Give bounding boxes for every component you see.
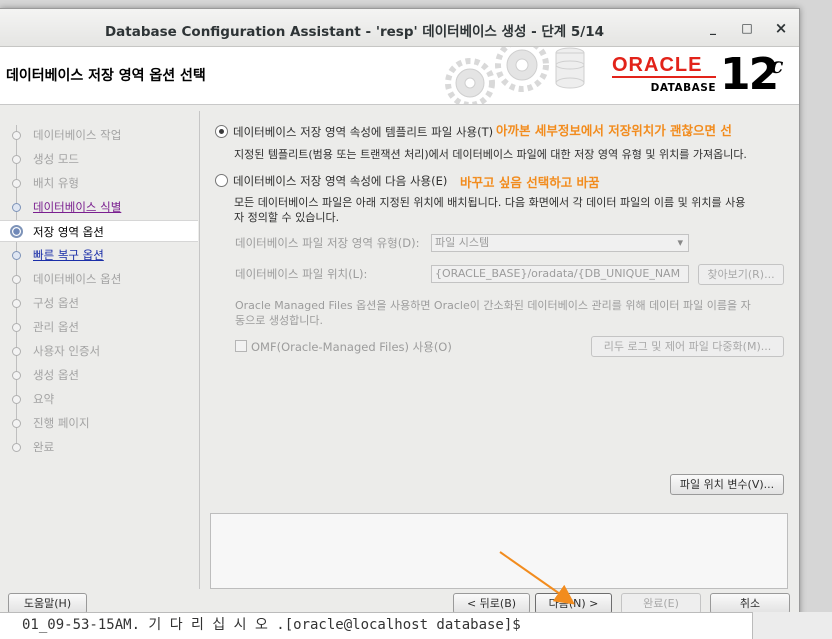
annotation-custom: 바꾸고 싶음 선택하고 바꿈 xyxy=(460,175,600,190)
version-suffix: c xyxy=(770,53,784,79)
help-button[interactable]: 도움말(H) xyxy=(8,593,87,614)
page-header: 데이터베이스 저장 영역 옵션 선택 ORACLE DATABASE 12 c xyxy=(0,47,799,105)
maximize-button[interactable]: □ xyxy=(737,19,757,37)
step-item: 진행 페이지 xyxy=(0,412,198,434)
finish-button[interactable]: 완료(E) xyxy=(621,593,701,614)
step-item: 생성 옵션 xyxy=(0,364,198,386)
location-input[interactable]: {ORACLE_BASE}/oradata/{DB_UNIQUE_NAM xyxy=(431,265,689,283)
step-label: 관리 옵션 xyxy=(33,320,79,334)
cancel-button[interactable]: 취소 xyxy=(710,593,790,614)
step-item: 데이터베이스 옵션 xyxy=(0,268,198,290)
oracle-logo-word: ORACLE xyxy=(612,55,716,78)
oracle-logo-database: DATABASE xyxy=(650,82,716,94)
step-item: 생성 모드 xyxy=(0,148,198,170)
step-item: 사용자 인증서 xyxy=(0,340,198,362)
oracle-logo: ORACLE DATABASE xyxy=(612,55,716,94)
step-item: 관리 옵션 xyxy=(0,316,198,338)
chevron-down-icon: ▾ xyxy=(677,236,683,249)
step-label: 생성 모드 xyxy=(33,152,79,166)
browse-button[interactable]: 찾아보기(R)... xyxy=(698,264,784,285)
step-dot-icon xyxy=(12,419,21,428)
step-dot-icon xyxy=(12,443,21,452)
template-description: 지정된 템플리트(범용 또는 트랜잭션 처리)에서 데이터베이스 파일에 대한 … xyxy=(234,148,747,161)
step-label: 빠른 복구 옵션 xyxy=(33,248,104,262)
step-dot-icon xyxy=(10,225,23,238)
message-area xyxy=(210,513,788,589)
step-item: 구성 옵션 xyxy=(0,292,198,314)
step-label: 데이터베이스 옵션 xyxy=(33,272,122,286)
custom-radio[interactable] xyxy=(215,174,228,187)
step-dot-icon xyxy=(12,395,21,404)
version-number: 12 xyxy=(720,49,779,100)
omf-checkbox[interactable] xyxy=(235,340,247,352)
page-title: 데이터베이스 저장 영역 옵션 선택 xyxy=(6,68,206,84)
step-dot-icon xyxy=(12,323,21,332)
step-dot-icon xyxy=(12,347,21,356)
step-label: 저장 영역 옵션 xyxy=(33,225,104,239)
step-item[interactable]: 빠른 복구 옵션 xyxy=(0,244,198,266)
step-item: 완료 xyxy=(0,436,198,458)
step-dot-icon xyxy=(12,251,21,260)
next-button[interactable]: 다음(N) > xyxy=(535,593,612,614)
custom-description-line1: 모든 데이터베이스 파일은 아래 지정된 위치에 배치됩니다. 다음 화면에서 … xyxy=(234,196,746,209)
close-button[interactable]: × xyxy=(771,19,791,37)
gears-illustration-icon xyxy=(445,47,585,104)
step-dot-icon xyxy=(12,203,21,212)
storage-type-select[interactable]: 파일 시스템 ▾ xyxy=(431,234,689,252)
terminal-line: 01_09-53-15AM. 기 다 리 십 시 오 .[oracle@loca… xyxy=(22,617,521,633)
step-item: 저장 영역 옵션 xyxy=(0,220,198,242)
step-dot-icon xyxy=(12,179,21,188)
omf-note-line2: 동으로 생성합니다. xyxy=(235,314,323,327)
window-title: Database Configuration Assistant - 'resp… xyxy=(104,24,605,40)
template-option-label[interactable]: 데이터베이스 저장 영역 속성에 템플리트 파일 사용(T) xyxy=(233,124,493,140)
location-label: 데이터베이스 파일 위치(L): xyxy=(235,267,368,281)
terminal-window[interactable]: 01_09-53-15AM. 기 다 리 십 시 오 .[oracle@loca… xyxy=(0,612,752,639)
annotation-template: 아까본 세부정보에서 저장위치가 괜찮으면 선 xyxy=(496,123,732,138)
step-item: 배치 유형 xyxy=(0,172,198,194)
minimize-button[interactable]: _ xyxy=(703,19,723,37)
step-label: 요약 xyxy=(33,392,55,406)
custom-description-line2: 자 정의할 수 있습니다. xyxy=(234,211,340,224)
template-radio[interactable] xyxy=(215,125,228,138)
step-label: 구성 옵션 xyxy=(33,296,79,310)
multiplex-button[interactable]: 리두 로그 및 제어 파일 다중화(M)... xyxy=(591,336,784,357)
omf-note-line1: Oracle Managed Files 옵션을 사용하면 Oracle이 간소… xyxy=(235,299,751,312)
step-label: 진행 페이지 xyxy=(33,416,90,430)
step-label: 데이터베이스 식별 xyxy=(33,200,122,214)
step-dot-icon xyxy=(12,155,21,164)
storage-type-label: 데이터베이스 파일 저장 영역 유형(D): xyxy=(235,236,420,250)
step-label: 생성 옵션 xyxy=(33,368,79,382)
step-item[interactable]: 데이터베이스 식별 xyxy=(0,196,198,218)
file-location-variables-button[interactable]: 파일 위치 변수(V)... xyxy=(670,474,784,495)
step-dot-icon xyxy=(12,299,21,308)
dbca-window: Database Configuration Assistant - 'resp… xyxy=(0,8,800,620)
step-label: 배치 유형 xyxy=(33,176,79,190)
step-label: 사용자 인증서 xyxy=(33,344,101,358)
step-dot-icon xyxy=(12,275,21,284)
title-bar[interactable]: Database Configuration Assistant - 'resp… xyxy=(0,9,799,47)
steps-sidebar: 데이터베이스 작업생성 모드배치 유형데이터베이스 식별저장 영역 옵션빠른 복… xyxy=(0,111,198,591)
custom-option-label[interactable]: 데이터베이스 저장 영역 속성에 다음 사용(E) xyxy=(233,173,447,189)
terminal-scroll-area xyxy=(752,612,832,639)
step-item: 데이터베이스 작업 xyxy=(0,124,198,146)
omf-checkbox-label[interactable]: OMF(Oracle-Managed Files) 사용(O) xyxy=(251,339,452,355)
back-button[interactable]: < 뒤로(B) xyxy=(453,593,530,614)
step-dot-icon xyxy=(12,131,21,140)
step-label: 완료 xyxy=(33,440,55,454)
step-item: 요약 xyxy=(0,388,198,410)
step-label: 데이터베이스 작업 xyxy=(33,128,122,142)
step-dot-icon xyxy=(12,371,21,380)
storage-type-value: 파일 시스템 xyxy=(435,236,490,249)
